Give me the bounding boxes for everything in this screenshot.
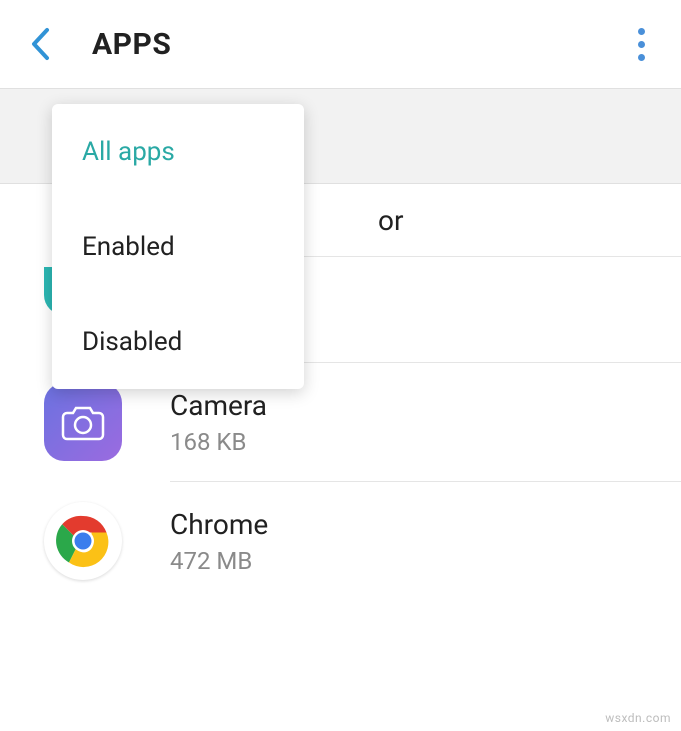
chrome-icon bbox=[44, 502, 122, 580]
overflow-menu-button[interactable] bbox=[617, 20, 665, 68]
more-vert-icon bbox=[638, 28, 645, 61]
app-name: Chrome bbox=[170, 508, 268, 541]
popup-item-label: All apps bbox=[82, 137, 175, 167]
list-item[interactable]: Chrome 472 MB bbox=[0, 482, 681, 600]
filter-popup-menu: All apps Enabled Disabled bbox=[52, 104, 304, 389]
watermark: wsxdn.com bbox=[605, 711, 671, 725]
app-name-fragment: or bbox=[378, 204, 403, 237]
back-button[interactable] bbox=[16, 20, 64, 68]
app-header: APPS bbox=[0, 0, 681, 88]
app-name: Camera bbox=[170, 389, 267, 422]
app-size: 472 MB bbox=[170, 547, 268, 575]
app-size: 168 KB bbox=[170, 428, 267, 456]
filter-option-disabled[interactable]: Disabled bbox=[52, 294, 304, 389]
filter-option-all-apps[interactable]: All apps bbox=[52, 104, 304, 199]
popup-item-label: Disabled bbox=[82, 327, 182, 357]
chevron-left-icon bbox=[29, 27, 51, 61]
popup-item-label: Enabled bbox=[82, 232, 175, 262]
filter-option-enabled[interactable]: Enabled bbox=[52, 199, 304, 294]
camera-icon bbox=[44, 383, 122, 461]
page-title: APPS bbox=[92, 27, 171, 62]
